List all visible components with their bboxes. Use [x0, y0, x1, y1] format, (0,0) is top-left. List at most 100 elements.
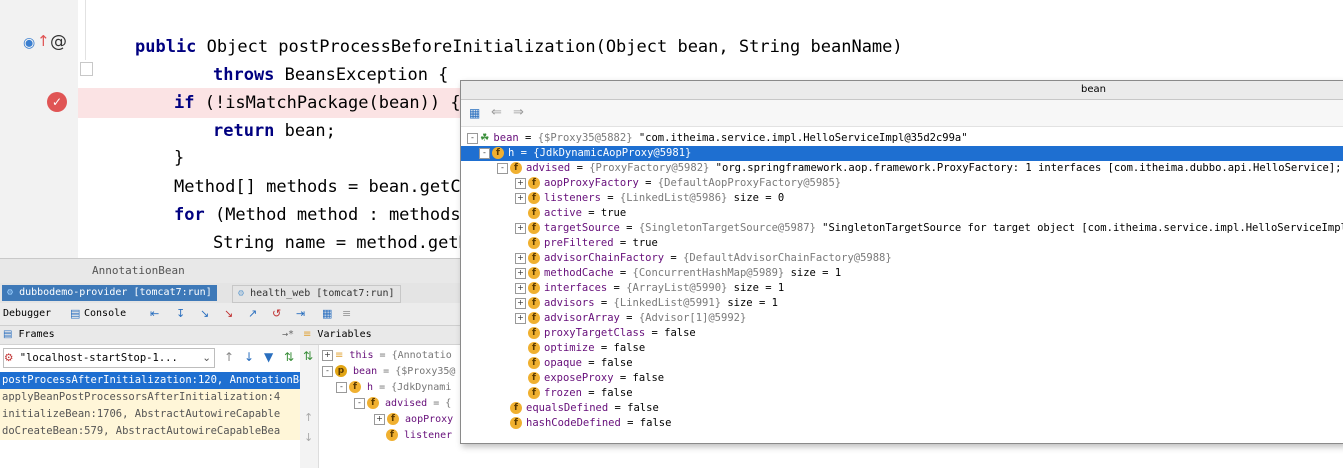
tree-row-name: advisorArray	[544, 312, 620, 324]
field-icon: f	[387, 413, 399, 425]
step-into-icon[interactable]: ↘	[200, 307, 209, 321]
expand-icon[interactable]: +	[515, 297, 526, 309]
tree-row-bean[interactable]: - ☘ bean = {$Proxy35@5882} "com.itheima.se…	[467, 131, 968, 146]
next-thread-icon[interactable]: ↓	[244, 350, 254, 364]
force-step-into-icon[interactable]: ↘	[224, 307, 233, 321]
code-line[interactable]: return bean;	[213, 116, 336, 146]
implement-marker-icon[interactable]: ◉	[23, 35, 35, 51]
tree-row-h[interactable]: -fh = {JdkDynamicAopProxy@5981}	[479, 146, 691, 161]
drop-frame-icon[interactable]: ↺	[272, 307, 281, 321]
frames-header: ▤ Frames →*	[0, 326, 300, 345]
breakpoint-icon[interactable]: ✓	[47, 92, 67, 112]
evaluate-icon[interactable]: ▦	[322, 307, 332, 321]
tree-row-prefiltered[interactable]: f preFiltered = true	[515, 236, 658, 251]
frame-row[interactable]: applyBeanPostProcessorsAfterInitializati…	[0, 389, 302, 406]
frame-row[interactable]: postProcessAfterInitialization:120, Anno…	[0, 372, 302, 389]
frame-row[interactable]: doCreateBean:579, AbstractAutowireCapabl…	[0, 423, 302, 440]
expand-icon[interactable]: +	[515, 282, 526, 294]
tree-row-advisorchainfactory[interactable]: + f advisorChainFactory = {DefaultAdvisorC…	[515, 251, 892, 266]
scroll-up-icon[interactable]: ↑	[304, 411, 313, 424]
tree-row-equalsdefined[interactable]: f equalsDefined = false	[497, 401, 659, 416]
expand-icon[interactable]: +	[515, 312, 526, 324]
code-line[interactable]: throws BeansException {	[213, 60, 448, 90]
code-line[interactable]: if (!isMatchPackage(bean)) {	[174, 88, 461, 118]
expand-icon[interactable]: +	[515, 252, 526, 264]
expand-icon[interactable]: +	[515, 177, 526, 189]
tree-row-aopproxyfactory[interactable]: + f aopProxyFactory = {DefaultAopProxyFact…	[515, 176, 841, 191]
run-tab-dubbodemo[interactable]: ⚙ dubbodemo-provider [tomcat7:run]	[2, 285, 217, 301]
equals-sign: =	[645, 327, 665, 339]
tree-row-name: targetSource	[544, 222, 620, 234]
collapse-icon[interactable]: -	[322, 365, 333, 377]
tree-row-interfaces[interactable]: + f interfaces = {ArrayList@5990} size = 1	[515, 281, 784, 296]
variable-row-bean[interactable]: -p bean = {$Proxy35@	[322, 364, 455, 380]
tree-icon[interactable]: ▦	[469, 106, 480, 120]
tab-console[interactable]: Console	[84, 307, 126, 321]
run-tab-health-web[interactable]: ⚙ health_web [tomcat7:run]	[232, 285, 401, 303]
tree-row-advisorarray[interactable]: + f advisorArray = {Advisor[1]@5992}	[515, 311, 746, 326]
tab-debugger[interactable]: Debugger	[3, 307, 51, 321]
tree-row-listeners[interactable]: + f listeners = {LinkedList@5986} size = 0	[515, 191, 784, 206]
variable-row-h[interactable]: -f h = {JdkDynami	[336, 380, 451, 396]
filter-icon[interactable]: ▼	[264, 350, 273, 364]
expand-icon[interactable]: +	[515, 267, 526, 279]
code-line[interactable]: }	[174, 143, 184, 173]
tree-row-frozen[interactable]: f frozen = false	[515, 386, 633, 401]
tree-row-methodcache[interactable]: + f methodCache = {ConcurrentHashMap@5989}…	[515, 266, 841, 281]
thread-selector[interactable]: ⚙ "localhost-startStop-1... ⌄	[3, 348, 215, 368]
trace-icon[interactable]: ≡	[342, 307, 351, 321]
collapse-icon[interactable]: -	[336, 381, 347, 393]
expand-icon[interactable]: +	[374, 413, 385, 425]
show-execution-point-icon[interactable]: ⇤	[150, 307, 159, 321]
expand-icon[interactable]: +	[515, 222, 526, 234]
tree-row-advised[interactable]: - f advised = {ProxyFactory@5982} "org.spr…	[497, 161, 1342, 176]
step-out-icon[interactable]: ↗	[248, 307, 257, 321]
tree-row-targetsource[interactable]: + f targetSource = {SingletonTargetSource@…	[515, 221, 1343, 236]
collapse-icon[interactable]: -	[497, 162, 508, 174]
scroll-down-icon[interactable]: ↓	[304, 431, 313, 444]
tree-row-exposeproxy[interactable]: f exposeProxy = false	[515, 371, 664, 386]
sort-icon[interactable]: ⇅	[284, 350, 294, 364]
equals-sign: =	[619, 312, 639, 324]
step-over-icon[interactable]: ↧	[176, 307, 185, 321]
tree-row-opaque[interactable]: f opaque = false	[515, 356, 633, 371]
tree-row-hashcodedefined[interactable]: f hashCodeDefined = false	[497, 416, 671, 431]
editor-gutter[interactable]: ◉ ↑ @ ✓	[0, 0, 78, 258]
frame-row[interactable]: initializeBean:1706, AbstractAutowireCap…	[0, 406, 302, 423]
variable-row-aopproxy[interactable]: + f aopProxy	[374, 412, 453, 428]
tree-row-proxytargetclass[interactable]: f proxyTargetClass = false	[515, 326, 696, 341]
variable-row-listener[interactable]: f listener	[386, 428, 452, 444]
collapse-icon[interactable]: -	[479, 147, 490, 159]
tree-row-ref: {ProxyFactory@5982}	[589, 162, 716, 174]
variable-row-this[interactable]: + ≡ this = {Annotatio	[322, 348, 452, 364]
expand-icon[interactable]: +	[515, 192, 526, 204]
variable-row-advised[interactable]: -f advised = {	[354, 396, 451, 412]
forward-icon[interactable]: ⇒	[513, 105, 524, 120]
watch-add-icon[interactable]: ⇅	[303, 349, 313, 363]
popup-title-bar[interactable]: bean	[461, 81, 1343, 100]
field-icon: f	[528, 207, 540, 219]
run-to-cursor-icon[interactable]: ⇥	[296, 307, 305, 321]
code-line[interactable]: public Object postProcessBeforeInitializ…	[135, 32, 903, 62]
tree-row-advisors[interactable]: + f advisors = {LinkedList@5991} size = 1	[515, 296, 778, 311]
expand-icon[interactable]: +	[322, 349, 333, 361]
fold-guide	[85, 0, 86, 60]
previous-thread-icon[interactable]: ↑	[224, 350, 234, 364]
code-line[interactable]: String name = method.getN	[213, 228, 469, 258]
fold-toggle-icon[interactable]	[80, 62, 93, 76]
panel-settings-icon[interactable]: →*	[282, 326, 294, 344]
back-icon[interactable]: ⇐	[491, 105, 502, 120]
tree-row-active[interactable]: f active = true	[515, 206, 626, 221]
collapse-icon[interactable]: -	[354, 397, 365, 409]
tree-row-value: false	[600, 387, 633, 399]
code-line[interactable]: Method[] methods = bean.getCl	[174, 172, 471, 202]
tree-row-ref: {SingletonTargetSource@5987}	[638, 222, 823, 234]
collapse-icon[interactable]: -	[467, 132, 478, 144]
variables-header: ≡ Variables	[300, 326, 460, 345]
tree-row-optimize[interactable]: f optimize = false	[515, 341, 645, 356]
code-line[interactable]: for (Method method : methods)	[174, 200, 471, 230]
field-icon: f	[510, 402, 522, 414]
equals-sign: =	[600, 192, 620, 204]
tree-row-value: "SingletonTargetSource for target object…	[822, 222, 1343, 234]
tree-row-name: methodCache	[544, 267, 614, 279]
